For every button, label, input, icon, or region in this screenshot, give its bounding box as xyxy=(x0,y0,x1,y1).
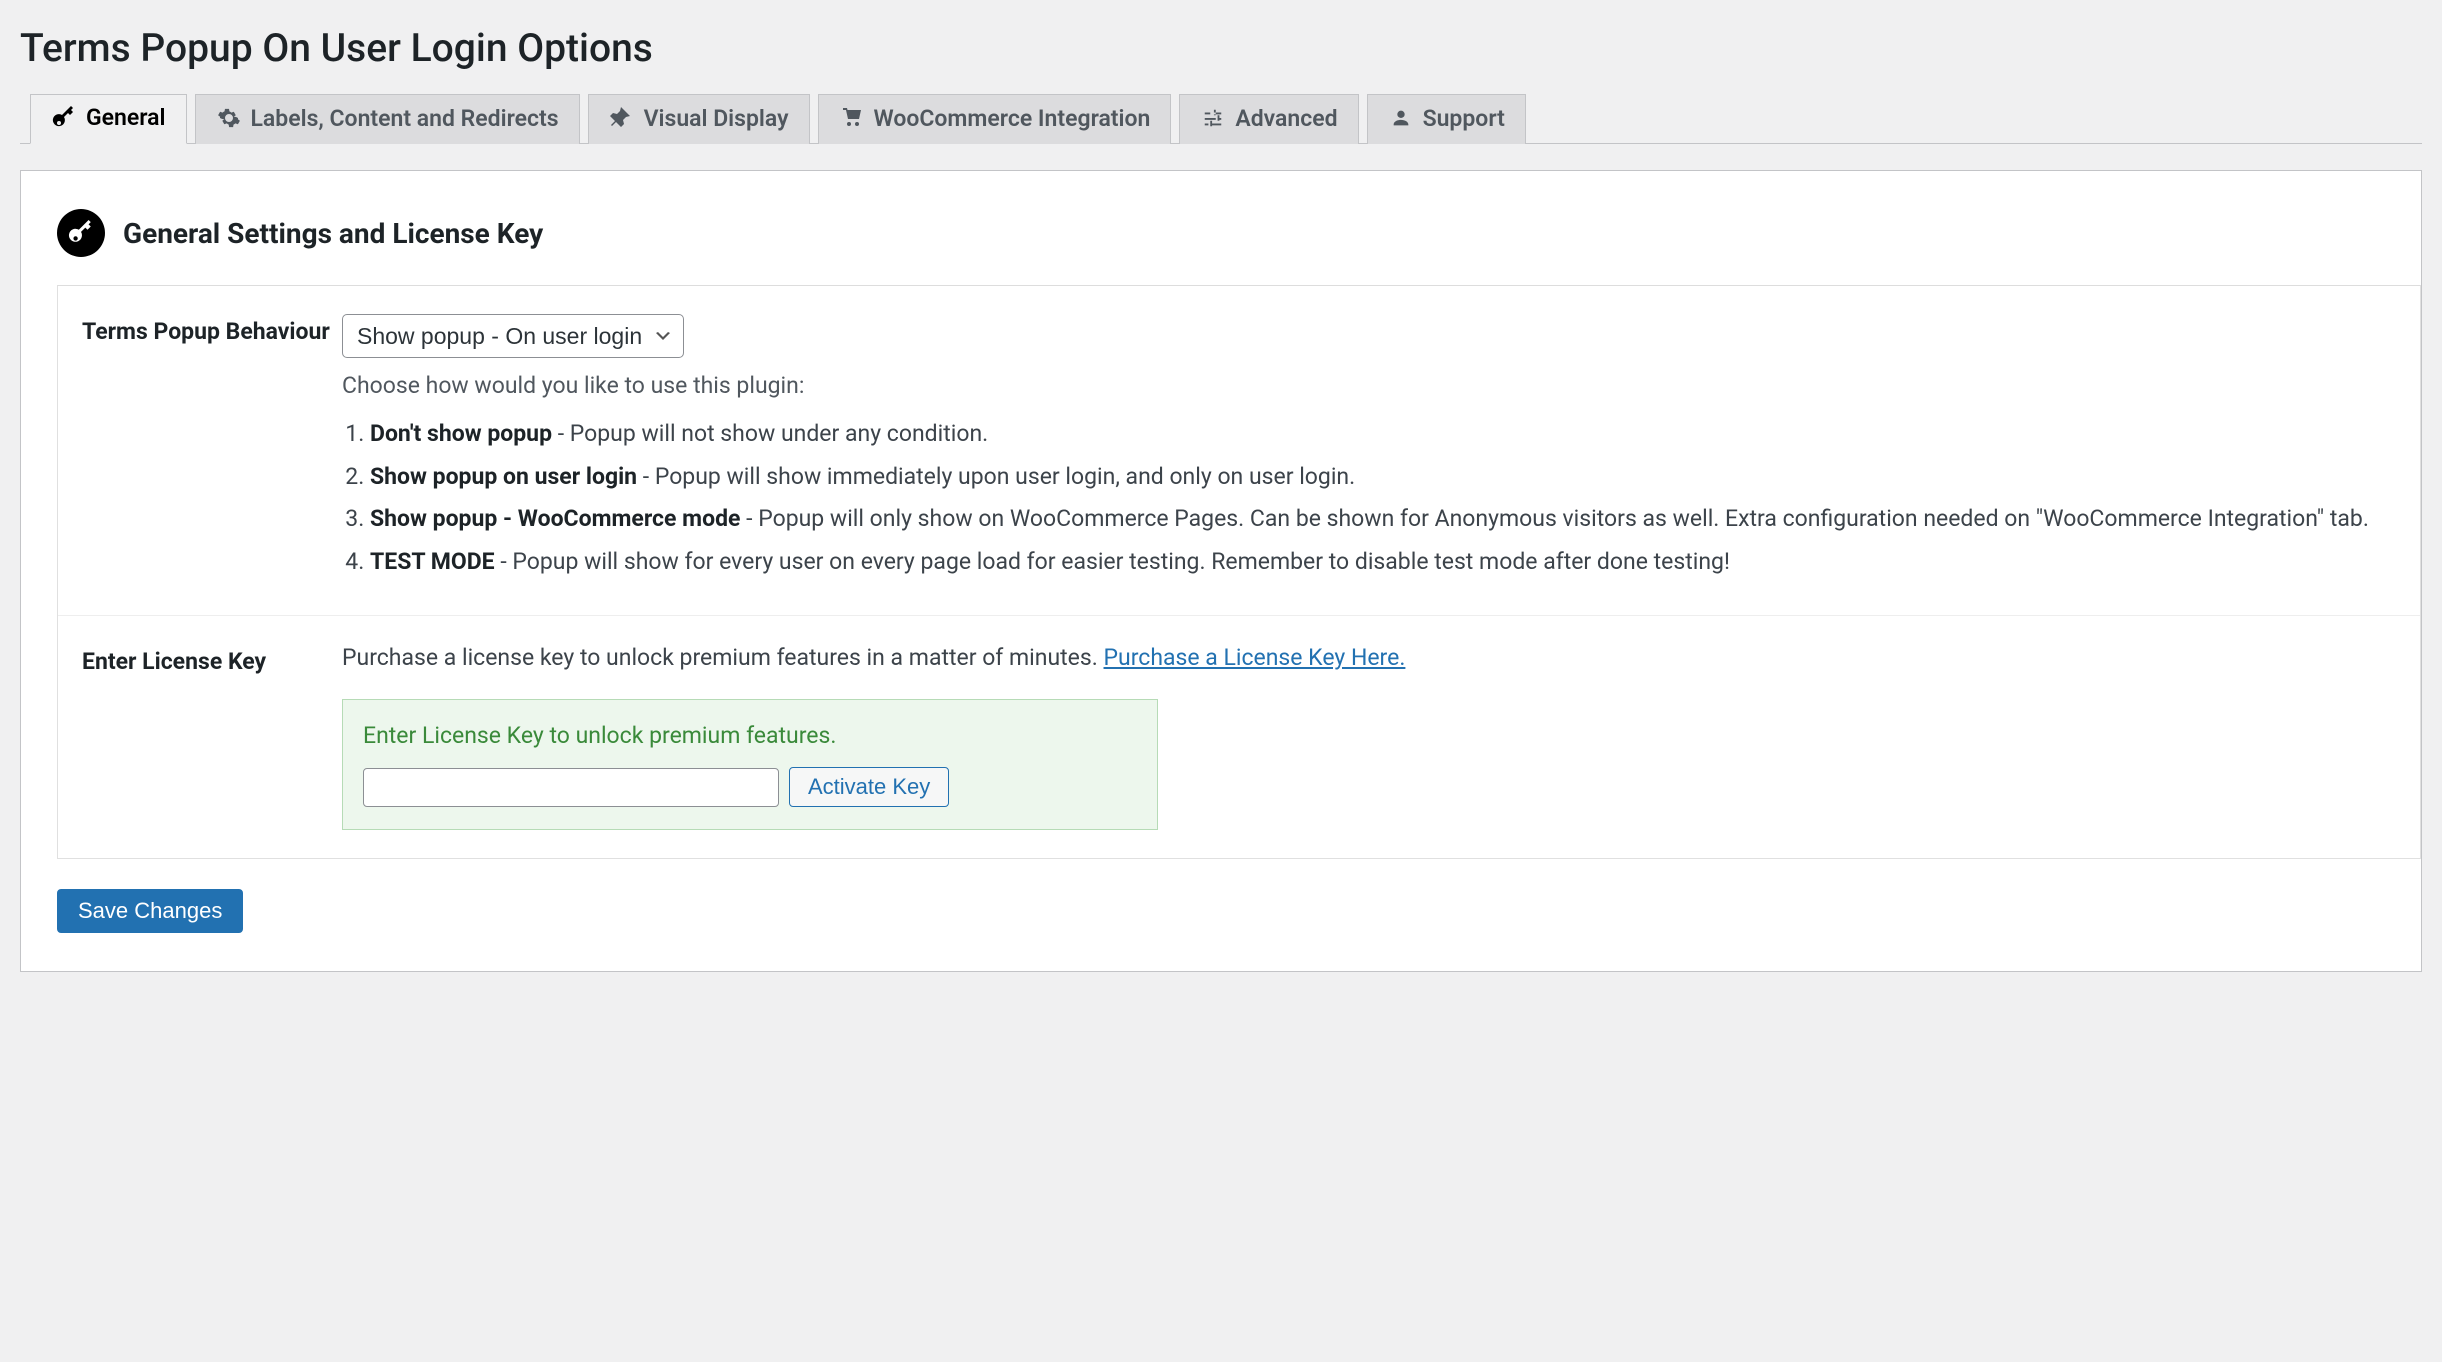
list-item: TEST MODE - Popup will show for every us… xyxy=(370,545,2400,580)
behaviour-row: Terms Popup Behaviour Show popup - On us… xyxy=(58,286,2420,615)
sliders-icon xyxy=(1200,105,1226,131)
save-button[interactable]: Save Changes xyxy=(57,889,243,933)
license-row: Enter License Key Purchase a license key… xyxy=(58,615,2420,858)
tab-general[interactable]: General xyxy=(30,94,187,144)
tab-label: Labels, Content and Redirects xyxy=(251,105,559,132)
behaviour-content: Show popup - On user login Choose how wo… xyxy=(342,314,2420,587)
tab-labels[interactable]: Labels, Content and Redirects xyxy=(195,94,580,144)
form-table: Terms Popup Behaviour Show popup - On us… xyxy=(57,285,2421,859)
license-box: Enter License Key to unlock premium feat… xyxy=(342,699,1158,830)
purchase-link[interactable]: Purchase a License Key Here. xyxy=(1104,644,1406,671)
section-title: General Settings and License Key xyxy=(123,217,543,250)
tab-advanced[interactable]: Advanced xyxy=(1179,94,1358,144)
tab-visual[interactable]: Visual Display xyxy=(588,94,810,144)
tab-label: Support xyxy=(1423,105,1505,132)
tab-label: Visual Display xyxy=(644,105,789,132)
tab-label: Advanced xyxy=(1235,105,1337,132)
license-label: Enter License Key xyxy=(82,644,342,830)
tab-nav: General Labels, Content and Redirects Vi… xyxy=(20,93,2422,144)
activate-key-button[interactable]: Activate Key xyxy=(789,767,949,807)
key-icon xyxy=(57,209,105,257)
section-header: General Settings and License Key xyxy=(21,209,2421,285)
page-title: Terms Popup On User Login Options xyxy=(20,25,2422,71)
gear-icon xyxy=(216,105,242,131)
behaviour-label: Terms Popup Behaviour xyxy=(82,314,342,587)
key-icon xyxy=(51,105,77,131)
license-key-input[interactable] xyxy=(363,768,779,807)
behaviour-help: Choose how would you like to use this pl… xyxy=(342,372,2400,399)
settings-panel: General Settings and License Key Terms P… xyxy=(20,170,2422,972)
list-item: Show popup - WooCommerce mode - Popup wi… xyxy=(370,502,2400,537)
list-item: Show popup on user login - Popup will sh… xyxy=(370,460,2400,495)
license-box-title: Enter License Key to unlock premium feat… xyxy=(363,722,1137,749)
behaviour-options: Don't show popup - Popup will not show u… xyxy=(342,417,2400,579)
behaviour-select[interactable]: Show popup - On user login xyxy=(342,314,684,358)
pin-icon xyxy=(609,105,635,131)
purchase-text: Purchase a license key to unlock premium… xyxy=(342,644,2400,671)
tab-label: WooCommerce Integration xyxy=(874,105,1151,132)
license-form: Activate Key xyxy=(363,767,1137,807)
tab-woocommerce[interactable]: WooCommerce Integration xyxy=(818,94,1172,144)
list-item: Don't show popup - Popup will not show u… xyxy=(370,417,2400,452)
license-content: Purchase a license key to unlock premium… xyxy=(342,644,2420,830)
user-icon xyxy=(1388,105,1414,131)
cart-icon xyxy=(839,105,865,131)
tab-label: General xyxy=(86,104,166,131)
tab-support[interactable]: Support xyxy=(1367,94,1526,144)
